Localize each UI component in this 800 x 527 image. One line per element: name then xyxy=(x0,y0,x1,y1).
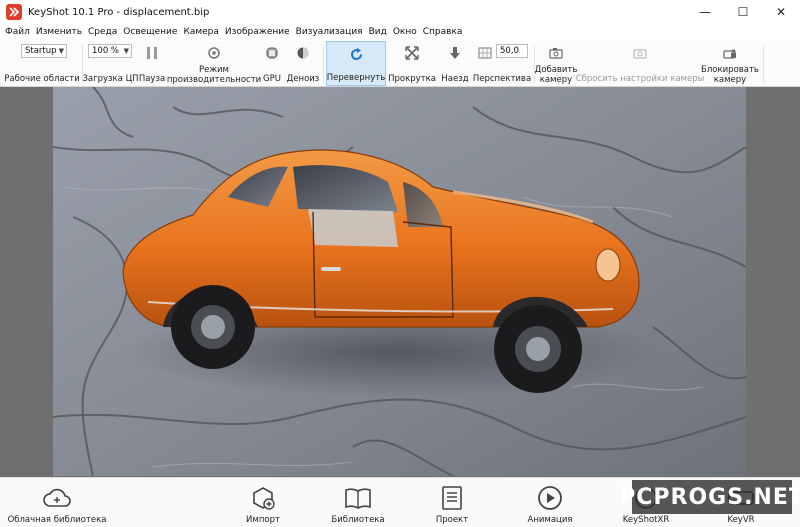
add-camera-label-line2: камеру xyxy=(539,75,573,85)
ribbon-toolbar: Startup ▼ Рабочие области 100 % ▼ Загруз… xyxy=(0,41,800,87)
performance-icon xyxy=(206,45,222,61)
rotate-icon xyxy=(348,46,364,62)
menu-camera[interactable]: Камера xyxy=(180,24,221,41)
separator xyxy=(534,45,535,83)
title-bar: KeyShot 10.1 Pro - displacement.bip — ☐ … xyxy=(0,0,800,24)
menu-lighting[interactable]: Освещение xyxy=(120,24,180,41)
menu-edit[interactable]: Изменить xyxy=(33,24,85,41)
menu-window[interactable]: Окно xyxy=(390,24,420,41)
lock-camera-label-line1: Блокировать xyxy=(701,65,759,75)
menu-file[interactable]: Файл xyxy=(2,24,33,41)
move-arrows-icon xyxy=(404,45,420,61)
gpu-label: GPU xyxy=(263,74,281,84)
keyshot-app-icon xyxy=(6,4,22,20)
lock-camera-button[interactable]: Блокировать камеру xyxy=(701,41,759,86)
minimize-button[interactable]: — xyxy=(686,0,724,24)
menu-image[interactable]: Изображение xyxy=(222,24,293,41)
cloud-library-button[interactable]: Облачная библиотека xyxy=(8,480,106,526)
pause-icon xyxy=(144,45,160,61)
gpu-chip-icon xyxy=(264,45,280,61)
gpu-toggle[interactable]: GPU xyxy=(260,41,284,86)
menu-environment[interactable]: Среда xyxy=(85,24,120,41)
library-label: Библиотека xyxy=(331,515,385,525)
separator xyxy=(763,45,764,83)
add-camera-label-line1: Добавить xyxy=(534,65,578,75)
watermark: PCPROGS.NET xyxy=(619,480,800,514)
import-button[interactable]: Импорт xyxy=(240,480,286,526)
cpu-usage-group: Загрузка ЦП xyxy=(82,41,139,86)
book-icon xyxy=(343,483,373,513)
lock-camera-label-line2: камеру xyxy=(713,75,747,85)
workspaces-label: Рабочие области xyxy=(4,74,80,84)
perspective-group: Перспектива xyxy=(472,41,532,86)
import-icon xyxy=(248,483,278,513)
animation-button[interactable]: Анимация xyxy=(524,480,576,526)
cloud-library-icon xyxy=(42,483,72,513)
keyvr-label: KeyVR xyxy=(727,515,755,525)
add-camera-button[interactable]: Добавить камеру xyxy=(534,41,578,86)
menu-help[interactable]: Справка xyxy=(420,24,466,41)
play-icon xyxy=(535,483,565,513)
render-image xyxy=(53,87,746,476)
camera-reset-icon xyxy=(632,45,648,61)
denoise-label: Деноиз xyxy=(286,74,320,84)
performance-mode-label-line1: Режим xyxy=(199,65,229,75)
workspaces-group: Рабочие области xyxy=(4,41,80,86)
camera-lock-icon xyxy=(722,45,738,61)
library-button[interactable]: Библиотека xyxy=(330,480,386,526)
project-label: Проект xyxy=(435,515,469,525)
project-icon xyxy=(437,483,467,513)
cpu-usage-label: Загрузка ЦП xyxy=(82,74,139,84)
pan-label: Прокрутка xyxy=(388,74,436,84)
reset-camera-button[interactable]: Сбросить настройки камеры xyxy=(576,41,704,86)
render-viewport[interactable] xyxy=(53,87,746,476)
pause-button[interactable]: Пауза xyxy=(139,41,165,86)
menu-view[interactable]: Вид xyxy=(366,24,390,41)
denoise-toggle[interactable]: Деноиз xyxy=(286,41,320,86)
menu-render[interactable]: Визуализация xyxy=(293,24,366,41)
import-label: Импорт xyxy=(246,515,280,525)
reset-camera-label: Сбросить настройки камеры xyxy=(575,74,705,84)
denoise-icon xyxy=(295,45,311,61)
window-title: KeyShot 10.1 Pro - displacement.bip xyxy=(28,6,210,18)
performance-mode-button[interactable]: Режим производительности xyxy=(166,41,262,86)
separator xyxy=(323,45,324,83)
camera-add-icon xyxy=(548,45,564,61)
perspective-label: Перспектива xyxy=(472,74,532,84)
dolly-label: Наезд xyxy=(441,74,469,84)
maximize-button[interactable]: ☐ xyxy=(724,0,762,24)
menu-bar: Файл Изменить Среда Освещение Камера Изо… xyxy=(0,24,800,41)
arrow-down-icon xyxy=(447,45,463,61)
close-button[interactable]: ✕ xyxy=(762,0,800,24)
keyshotxr-label: KeyShotXR xyxy=(622,515,670,525)
pause-label: Пауза xyxy=(138,74,166,84)
tumble-button[interactable]: Перевернуть xyxy=(326,41,386,86)
pan-button[interactable]: Прокрутка xyxy=(388,41,436,86)
animation-label: Анимация xyxy=(527,515,573,525)
project-button[interactable]: Проект xyxy=(430,480,474,526)
cloud-library-label: Облачная библиотека xyxy=(7,515,107,525)
dolly-button[interactable]: Наезд xyxy=(438,41,472,86)
tumble-label: Перевернуть xyxy=(326,73,386,83)
performance-mode-label-line2: производительности xyxy=(166,75,262,85)
